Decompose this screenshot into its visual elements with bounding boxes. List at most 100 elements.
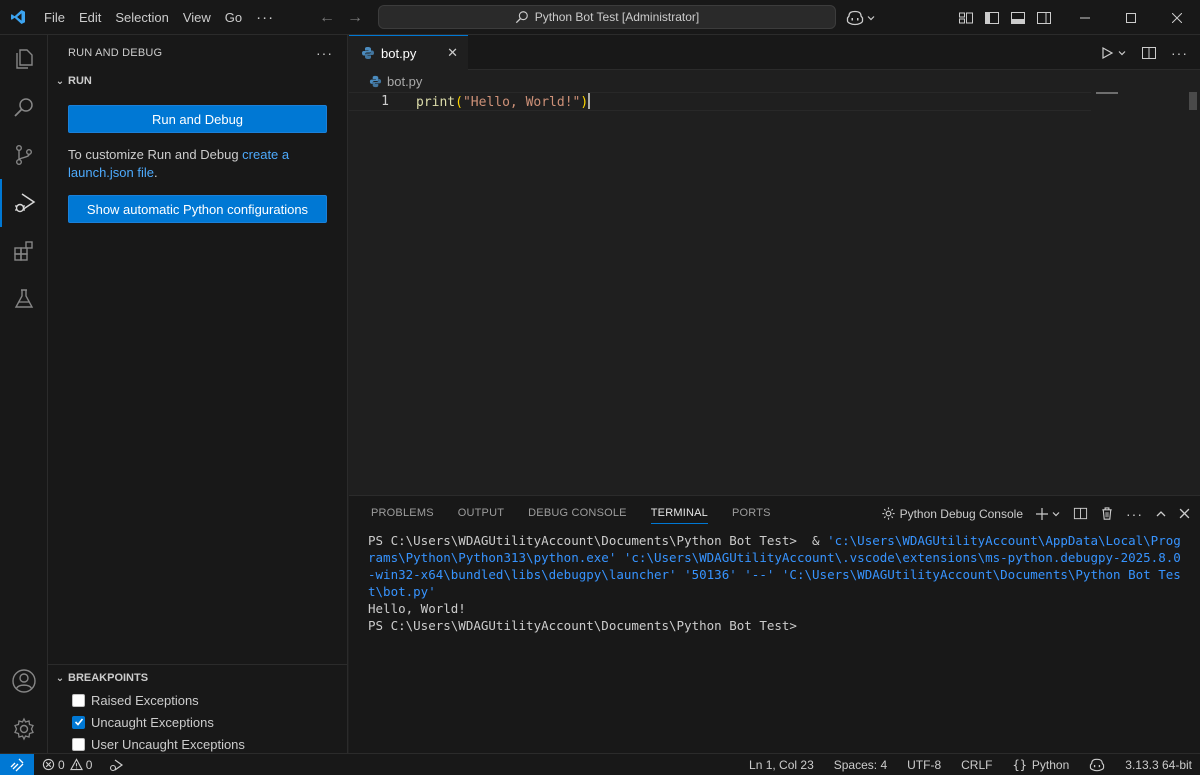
extensions-icon[interactable] [0, 227, 48, 275]
minimap-line [1096, 92, 1118, 94]
minimize-icon[interactable] [1062, 0, 1108, 35]
python-file-icon [362, 47, 374, 59]
panel-more-button[interactable]: ··· [1126, 506, 1143, 522]
breakpoint-label: Uncaught Exceptions [91, 714, 214, 730]
vscode-logo-icon [0, 0, 35, 35]
copilot-status-icon[interactable] [1089, 758, 1105, 772]
close-tab-icon[interactable]: ✕ [447, 45, 458, 61]
terminal-name: Python Debug Console [899, 506, 1023, 521]
error-icon [42, 758, 55, 771]
copilot-icon [846, 10, 864, 25]
menu-bar: File Edit Selection View Go ··· [37, 0, 281, 35]
end-of-line[interactable]: CRLF [961, 758, 992, 772]
checkbox-user-uncaught-exceptions[interactable] [72, 737, 85, 751]
breakpoint-raised-exceptions[interactable]: Raised Exceptions [48, 689, 347, 711]
title-bar: File Edit Selection View Go ··· ← → Pyth… [0, 0, 1200, 35]
trash-icon[interactable] [1100, 506, 1114, 521]
navigation-controls: ← → [318, 0, 364, 35]
tab-ports[interactable]: PORTS [720, 496, 783, 531]
menu-file[interactable]: File [37, 0, 72, 35]
editor-actions: ··· [1100, 35, 1188, 70]
accounts-icon[interactable] [0, 657, 48, 705]
braces-icon: {} [1012, 758, 1027, 772]
run-and-debug-button[interactable]: Run and Debug [68, 105, 327, 133]
checkbox-raised-exceptions[interactable] [72, 693, 85, 707]
show-python-configurations-button[interactable]: Show automatic Python configurations [68, 195, 327, 223]
code-close-paren: ) [580, 95, 589, 110]
menu-view[interactable]: View [176, 0, 218, 35]
breakpoints-section-header[interactable]: ⌄ BREAKPOINTS [48, 667, 347, 689]
chevron-down-icon [867, 15, 875, 20]
tab-bot-py[interactable]: bot.py ✕ [349, 35, 468, 70]
split-editor-icon[interactable] [1141, 45, 1157, 61]
line-number: 1 [381, 94, 389, 109]
close-panel-icon[interactable] [1179, 508, 1190, 519]
back-arrow-icon[interactable]: ← [318, 9, 336, 27]
customize-layout-icon[interactable] [958, 10, 974, 26]
sidebar-more-button[interactable]: ··· [316, 45, 333, 61]
terminal-selector[interactable]: Python Debug Console [881, 506, 1023, 521]
encoding[interactable]: UTF-8 [907, 758, 941, 772]
run-python-file-button[interactable] [1100, 46, 1127, 60]
menu-selection[interactable]: Selection [108, 0, 175, 35]
new-terminal-button[interactable] [1035, 507, 1061, 521]
window-controls [1062, 0, 1200, 35]
source-control-icon[interactable] [0, 131, 48, 179]
language-mode[interactable]: {} Python [1012, 758, 1069, 772]
text-cursor [588, 93, 591, 109]
terminal-output[interactable]: PS C:\Users\WDAGUtilityAccount\Documents… [368, 532, 1183, 634]
play-icon [1102, 46, 1114, 59]
menu-edit[interactable]: Edit [72, 0, 108, 35]
remote-indicator[interactable] [0, 753, 34, 775]
tab-debug-console[interactable]: DEBUG CONSOLE [516, 496, 639, 531]
activity-bar [0, 35, 48, 753]
maximize-icon[interactable] [1108, 0, 1154, 35]
tab-problems[interactable]: PROBLEMS [359, 496, 446, 531]
forward-arrow-icon[interactable]: → [346, 9, 364, 27]
maximize-panel-icon[interactable] [1155, 508, 1167, 520]
error-count: 0 [58, 757, 65, 772]
breakpoint-uncaught-exceptions[interactable]: Uncaught Exceptions [48, 711, 347, 733]
split-terminal-icon[interactable] [1073, 506, 1088, 521]
editor-scrollbar[interactable] [1189, 92, 1197, 110]
command-center-search[interactable]: Python Bot Test [Administrator] [378, 5, 836, 29]
close-window-icon[interactable] [1154, 0, 1200, 35]
checkbox-uncaught-exceptions[interactable] [72, 715, 85, 729]
debug-launch-icon[interactable] [108, 758, 124, 772]
explorer-icon[interactable] [0, 35, 48, 83]
indentation[interactable]: Spaces: 4 [834, 758, 887, 772]
settings-gear-icon[interactable] [0, 705, 48, 753]
run-and-debug-icon[interactable] [0, 179, 48, 227]
testing-flask-icon[interactable] [0, 275, 48, 323]
toggle-secondary-sidebar-icon[interactable] [1036, 10, 1052, 26]
code-editor[interactable]: 1 print("Hello, World!") [349, 92, 1200, 495]
code-line[interactable]: print("Hello, World!") [416, 93, 591, 112]
toggle-primary-sidebar-icon[interactable] [984, 10, 1000, 26]
editor-more-button[interactable]: ··· [1171, 45, 1188, 61]
run-section-header[interactable]: ⌄ RUN [48, 70, 347, 92]
copilot-button[interactable] [846, 0, 876, 35]
breakpoint-user-uncaught-exceptions[interactable]: User Uncaught Exceptions [48, 733, 347, 755]
python-interpreter[interactable]: 3.13.3 64-bit [1125, 758, 1192, 772]
breadcrumb-file[interactable]: bot.py [387, 74, 422, 89]
terminal-output-line: Hello, World! [368, 601, 466, 616]
bottom-panel: PROBLEMS OUTPUT DEBUG CONSOLE TERMINAL P… [349, 495, 1200, 753]
menu-go[interactable]: Go [218, 0, 249, 35]
toggle-panel-icon[interactable] [1010, 10, 1026, 26]
warning-icon [69, 758, 83, 771]
minimap[interactable] [1086, 92, 1190, 495]
problems-status[interactable]: 0 0 [42, 758, 92, 772]
status-right: Ln 1, Col 23 Spaces: 4 UTF-8 CRLF {} Pyt… [749, 754, 1192, 775]
search-activity-icon[interactable] [0, 83, 48, 131]
tab-output[interactable]: OUTPUT [446, 496, 516, 531]
cursor-position[interactable]: Ln 1, Col 23 [749, 758, 814, 772]
tab-terminal[interactable]: TERMINAL [639, 496, 720, 531]
breakpoints-title: BREAKPOINTS [68, 672, 149, 684]
chevron-down-icon [1052, 511, 1060, 516]
command-center-label: Python Bot Test [Administrator] [534, 10, 700, 24]
run-section-title: RUN [68, 75, 92, 87]
chevron-down-icon: ⌄ [55, 75, 65, 87]
debug-gear-icon [881, 507, 895, 520]
tab-label: bot.py [381, 45, 417, 61]
menu-more-button[interactable]: ··· [249, 0, 281, 35]
